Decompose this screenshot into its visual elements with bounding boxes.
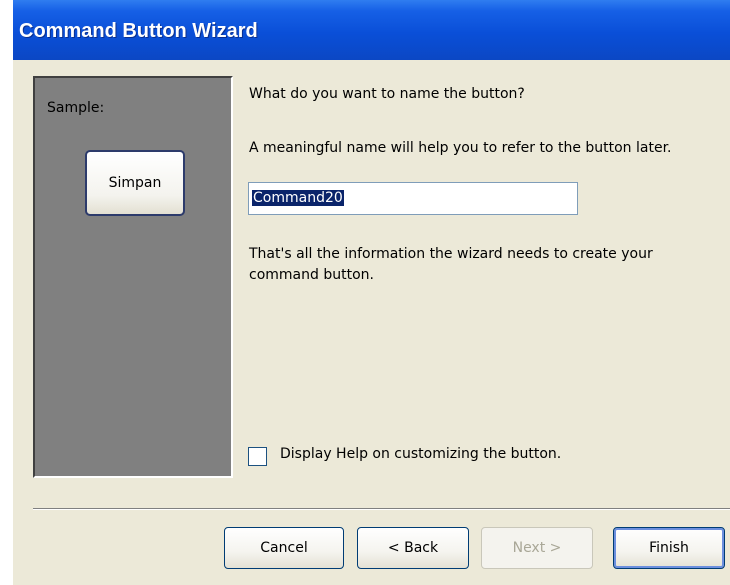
title-bar[interactable]: Command Button Wizard <box>13 0 730 60</box>
sample-button-preview: Simpan <box>85 150 185 216</box>
name-question: What do you want to name the button? <box>249 86 525 102</box>
name-hint: A meaningful name will help you to refer… <box>249 140 672 156</box>
cancel-button[interactable]: Cancel <box>224 527 344 569</box>
sample-label: Sample: <box>47 100 105 116</box>
back-button[interactable]: < Back <box>357 527 469 569</box>
help-checkbox[interactable] <box>248 447 267 466</box>
info-text: That's all the information the wizard ne… <box>249 246 653 283</box>
sample-panel: Sample: Simpan <box>33 76 233 478</box>
button-name-value: Command20 <box>252 190 344 206</box>
next-button[interactable]: Next > <box>481 527 593 569</box>
button-divider <box>33 508 730 510</box>
finish-button[interactable]: Finish <box>613 527 725 569</box>
wizard-window: Command Button Wizard Sample: Simpan Wha… <box>13 0 730 585</box>
help-checkbox-label[interactable]: Display Help on customizing the button. <box>280 446 561 462</box>
button-name-input[interactable]: Command20 <box>248 182 578 215</box>
window-title: Command Button Wizard <box>19 20 258 42</box>
